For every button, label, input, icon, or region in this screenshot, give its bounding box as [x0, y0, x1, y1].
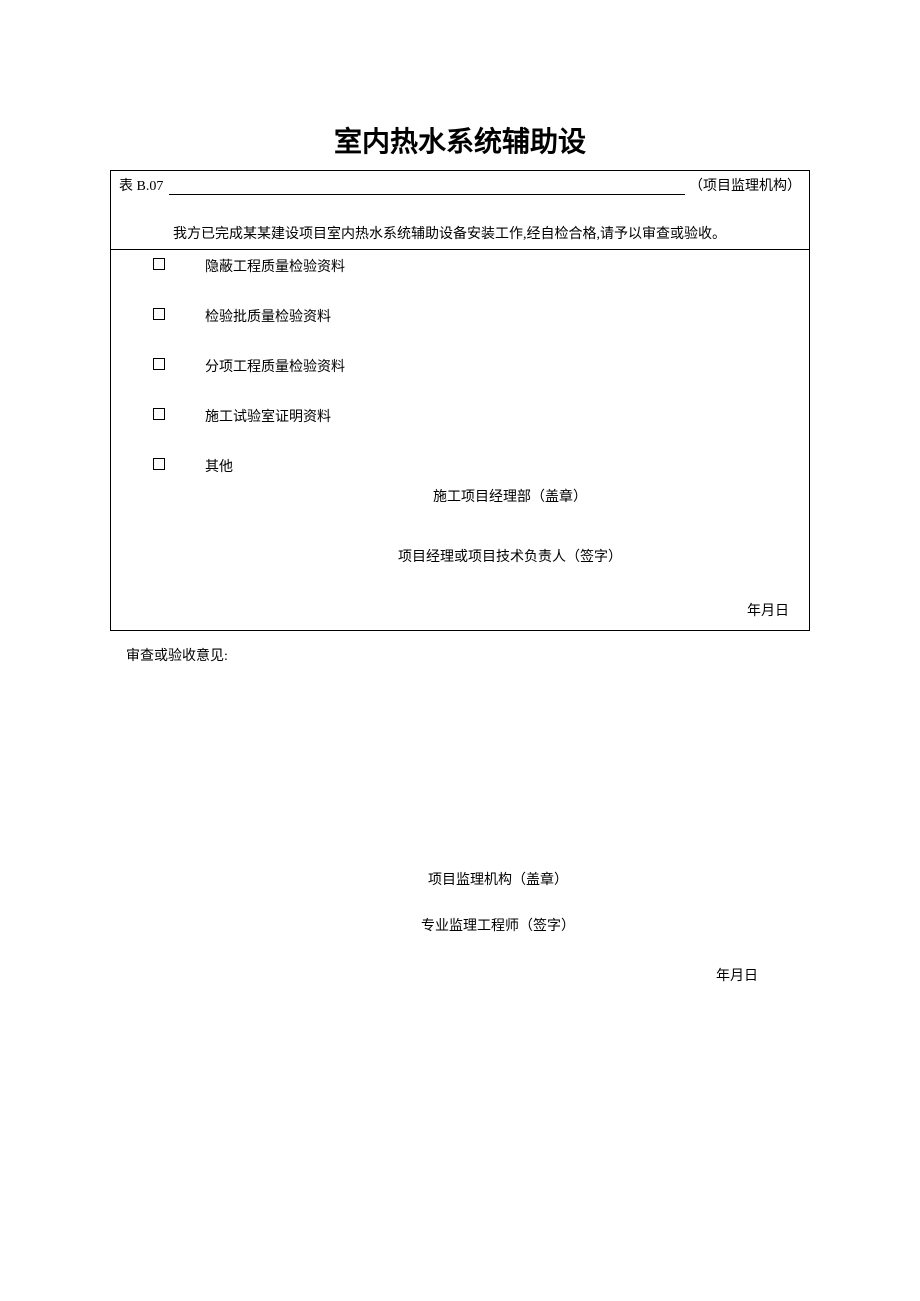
checkbox-5[interactable] — [153, 458, 165, 470]
blank-underline — [169, 179, 685, 195]
document-page: 室内热水系统辅助设 表 B.07 （项目监理机构） 我方已完成某某建设项目室内热… — [0, 0, 920, 985]
checkbox-label-1: 隐蔽工程质量检验资料 — [205, 256, 345, 276]
review-opinion-label: 审查或验收意见: — [126, 641, 810, 669]
intro-text: 我方已完成某某建设项目室内热水系统辅助设备安装工作,经自检合格,请予以审查或验收… — [111, 197, 809, 250]
checkbox-label-5: 其他 — [205, 456, 233, 476]
checkbox-2[interactable] — [153, 308, 165, 320]
checkbox-row-2: 检验批质量检验资料 — [111, 300, 809, 332]
date-line-2: 年月日 — [126, 939, 810, 985]
page-title: 室内热水系统辅助设 — [110, 120, 810, 160]
header-row: 表 B.07 （项目监理机构） — [111, 171, 809, 197]
checkbox-label-4: 施工试验室证明资料 — [205, 406, 331, 426]
org-suffix-label: （项目监理机构） — [689, 175, 801, 195]
checkbox-row-4: 施工试验室证明资料 — [111, 400, 809, 432]
checkbox-row-5: 其他 — [111, 450, 809, 482]
table-number-label: 表 B.07 — [119, 175, 163, 195]
project-manager-sign-line: 项目经理或项目技术负责人（签字） — [111, 510, 809, 570]
construction-stamp-line: 施工项目经理部（盖章） — [111, 482, 809, 510]
checkbox-row-3: 分项工程质量检验资料 — [111, 350, 809, 382]
checkbox-label-3: 分项工程质量检验资料 — [205, 356, 345, 376]
checkbox-1[interactable] — [153, 258, 165, 270]
review-section: 审查或验收意见: 项目监理机构（盖章） 专业监理工程师（签字） 年月日 — [110, 631, 810, 985]
date-line-1: 年月日 — [111, 570, 809, 630]
checkbox-3[interactable] — [153, 358, 165, 370]
checkbox-row-1: 隐蔽工程质量检验资料 — [111, 250, 809, 282]
checkbox-label-2: 检验批质量检验资料 — [205, 306, 331, 326]
checkbox-4[interactable] — [153, 408, 165, 420]
supervision-engineer-sign-line: 专业监理工程师（签字） — [126, 893, 810, 939]
supervision-stamp-line: 项目监理机构（盖章） — [126, 669, 810, 893]
form-box: 表 B.07 （项目监理机构） 我方已完成某某建设项目室内热水系统辅助设备安装工… — [110, 170, 810, 631]
